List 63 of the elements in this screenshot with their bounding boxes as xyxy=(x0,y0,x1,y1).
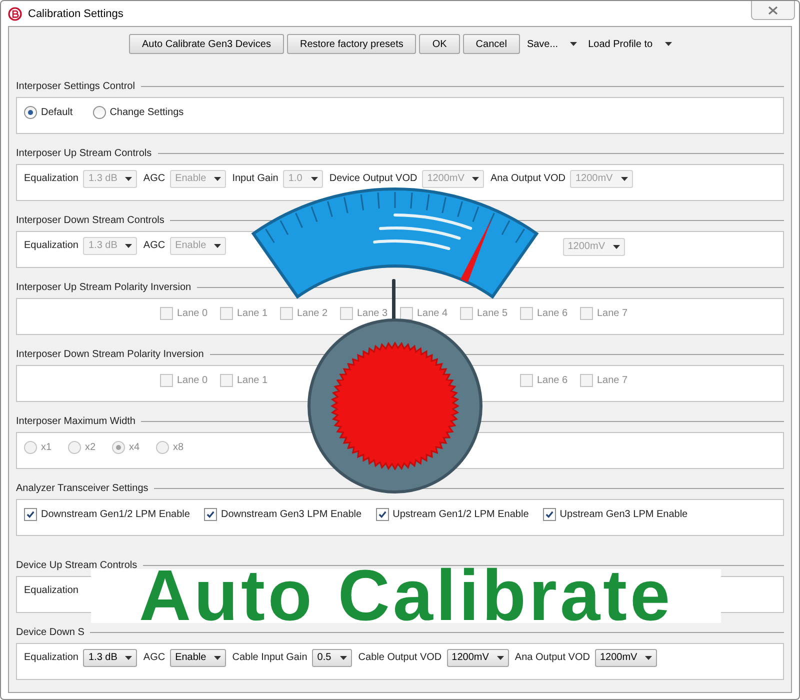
caret-icon xyxy=(214,244,222,248)
dropdown[interactable]: 0.5 xyxy=(312,648,352,666)
menu-button[interactable]: Load Profile to xyxy=(584,38,676,50)
section-title: Interposer Maximum Width xyxy=(16,416,136,426)
dropdown[interactable]: 1200mV xyxy=(446,648,509,666)
field-label: Equalization xyxy=(24,173,78,184)
option-checkbox[interactable]: Downstream Gen3 LPM Enable xyxy=(204,508,362,521)
section-title: Device Down S xyxy=(16,626,84,638)
section-title: Interposer Up Stream Controls xyxy=(16,148,152,158)
caret-icon xyxy=(125,176,132,180)
check-icon xyxy=(206,510,215,519)
field-label: Ana Output VOD xyxy=(514,652,590,663)
toolbar-button[interactable]: Auto Calibrate Gen3 Devices xyxy=(129,34,284,54)
caret-icon xyxy=(613,244,620,248)
field-label: Cable Input Gain xyxy=(232,652,308,663)
menu-button[interactable]: Save... xyxy=(522,38,582,50)
field-label: Equalization xyxy=(24,585,78,596)
section-title: Device Up Stream Controls xyxy=(16,560,138,570)
toolbar-button[interactable]: Restore factory presets xyxy=(286,34,416,54)
caret-icon xyxy=(125,244,132,248)
field-label: Ana Output VOD xyxy=(490,173,566,184)
window-title: Calibration Settings xyxy=(28,8,124,20)
caret-icon xyxy=(214,176,222,180)
overlay-title: Auto Calibrate xyxy=(91,569,721,623)
caret-icon xyxy=(570,42,578,46)
field-label: Equalization xyxy=(24,240,78,251)
section-title: Interposer Down Stream Polarity Inversion xyxy=(16,348,204,360)
caret-icon xyxy=(664,42,672,46)
section-title: Analyzer Transceiver Settings xyxy=(16,482,148,494)
caret-icon xyxy=(620,176,628,180)
close-icon xyxy=(768,6,778,14)
caret-icon xyxy=(472,176,480,180)
radio-option[interactable]: Default xyxy=(24,106,73,119)
field-label: Input Gain xyxy=(232,173,278,184)
check-icon xyxy=(544,510,554,519)
dropdown[interactable]: 1200mV xyxy=(594,648,658,666)
caret-icon xyxy=(125,656,132,660)
toolbar-button[interactable]: Cancel xyxy=(462,34,520,54)
field-label: Equalization xyxy=(24,652,78,663)
check-icon xyxy=(26,510,35,519)
section-title: Interposer Down Stream Controls xyxy=(16,214,164,226)
caret-icon xyxy=(311,176,318,180)
close-button[interactable] xyxy=(751,1,795,20)
radio-option[interactable]: Change Settings xyxy=(92,106,184,119)
logo-icon xyxy=(8,6,22,20)
dropdown[interactable]: Enable xyxy=(170,648,226,666)
caret-icon xyxy=(340,656,348,660)
caret-icon xyxy=(645,656,652,660)
caret-icon xyxy=(496,656,504,660)
caret-icon xyxy=(214,656,222,660)
field-label: AGC xyxy=(143,173,166,184)
option-checkbox[interactable]: Upstream Gen3 LPM Enable xyxy=(542,508,688,521)
field-label: AGC xyxy=(143,652,166,663)
option-checkbox[interactable]: Upstream Gen1/2 LPM Enable xyxy=(376,508,529,521)
option-checkbox[interactable]: Downstream Gen1/2 LPM Enable xyxy=(24,508,190,521)
toolbar-button[interactable]: OK xyxy=(419,34,460,54)
field-label: AGC xyxy=(143,240,166,251)
check-icon xyxy=(378,510,387,519)
field-label: Cable Output VOD xyxy=(358,652,442,663)
section-title: Interposer Up Stream Polarity Inversion xyxy=(16,282,192,292)
field-label: Device Output VOD xyxy=(329,173,418,184)
dropdown[interactable]: 1.3 dB xyxy=(83,648,138,666)
section-title: Interposer Settings Control xyxy=(16,80,135,92)
